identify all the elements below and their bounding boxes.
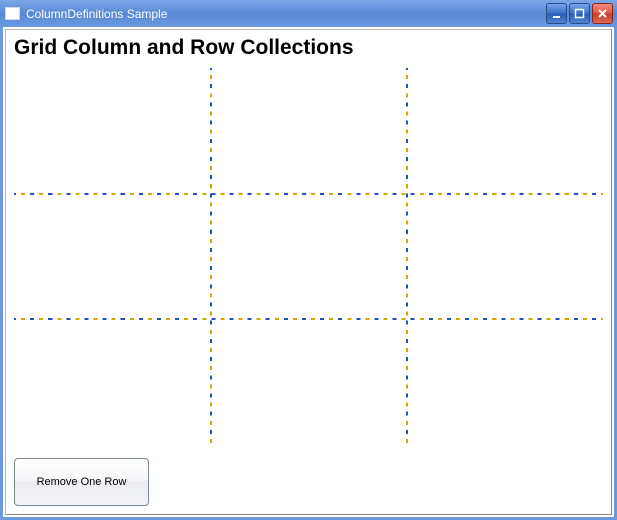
window-client-area: Grid Column and Row Collections Remove O…	[0, 27, 617, 520]
remove-one-row-button[interactable]: Remove One Row	[14, 458, 149, 506]
app-icon	[5, 7, 20, 20]
window-title: ColumnDefinitions Sample	[26, 7, 167, 21]
titlebar: ColumnDefinitions Sample	[0, 0, 617, 27]
grid-preview	[14, 68, 603, 444]
maximize-button[interactable]	[569, 3, 590, 24]
close-icon	[597, 8, 608, 19]
grid-row-line-1	[14, 193, 603, 195]
grid-row-line-2	[14, 318, 603, 320]
page-title: Grid Column and Row Collections	[14, 36, 603, 59]
content-panel: Grid Column and Row Collections Remove O…	[5, 29, 612, 515]
grid-column-line-2	[406, 68, 408, 444]
grid-column-line-1	[210, 68, 212, 444]
minimize-icon	[551, 8, 562, 19]
window-controls	[546, 3, 617, 24]
minimize-button[interactable]	[546, 3, 567, 24]
close-button[interactable]	[592, 3, 613, 24]
remove-one-row-label: Remove One Row	[37, 476, 127, 488]
maximize-icon	[574, 8, 585, 19]
